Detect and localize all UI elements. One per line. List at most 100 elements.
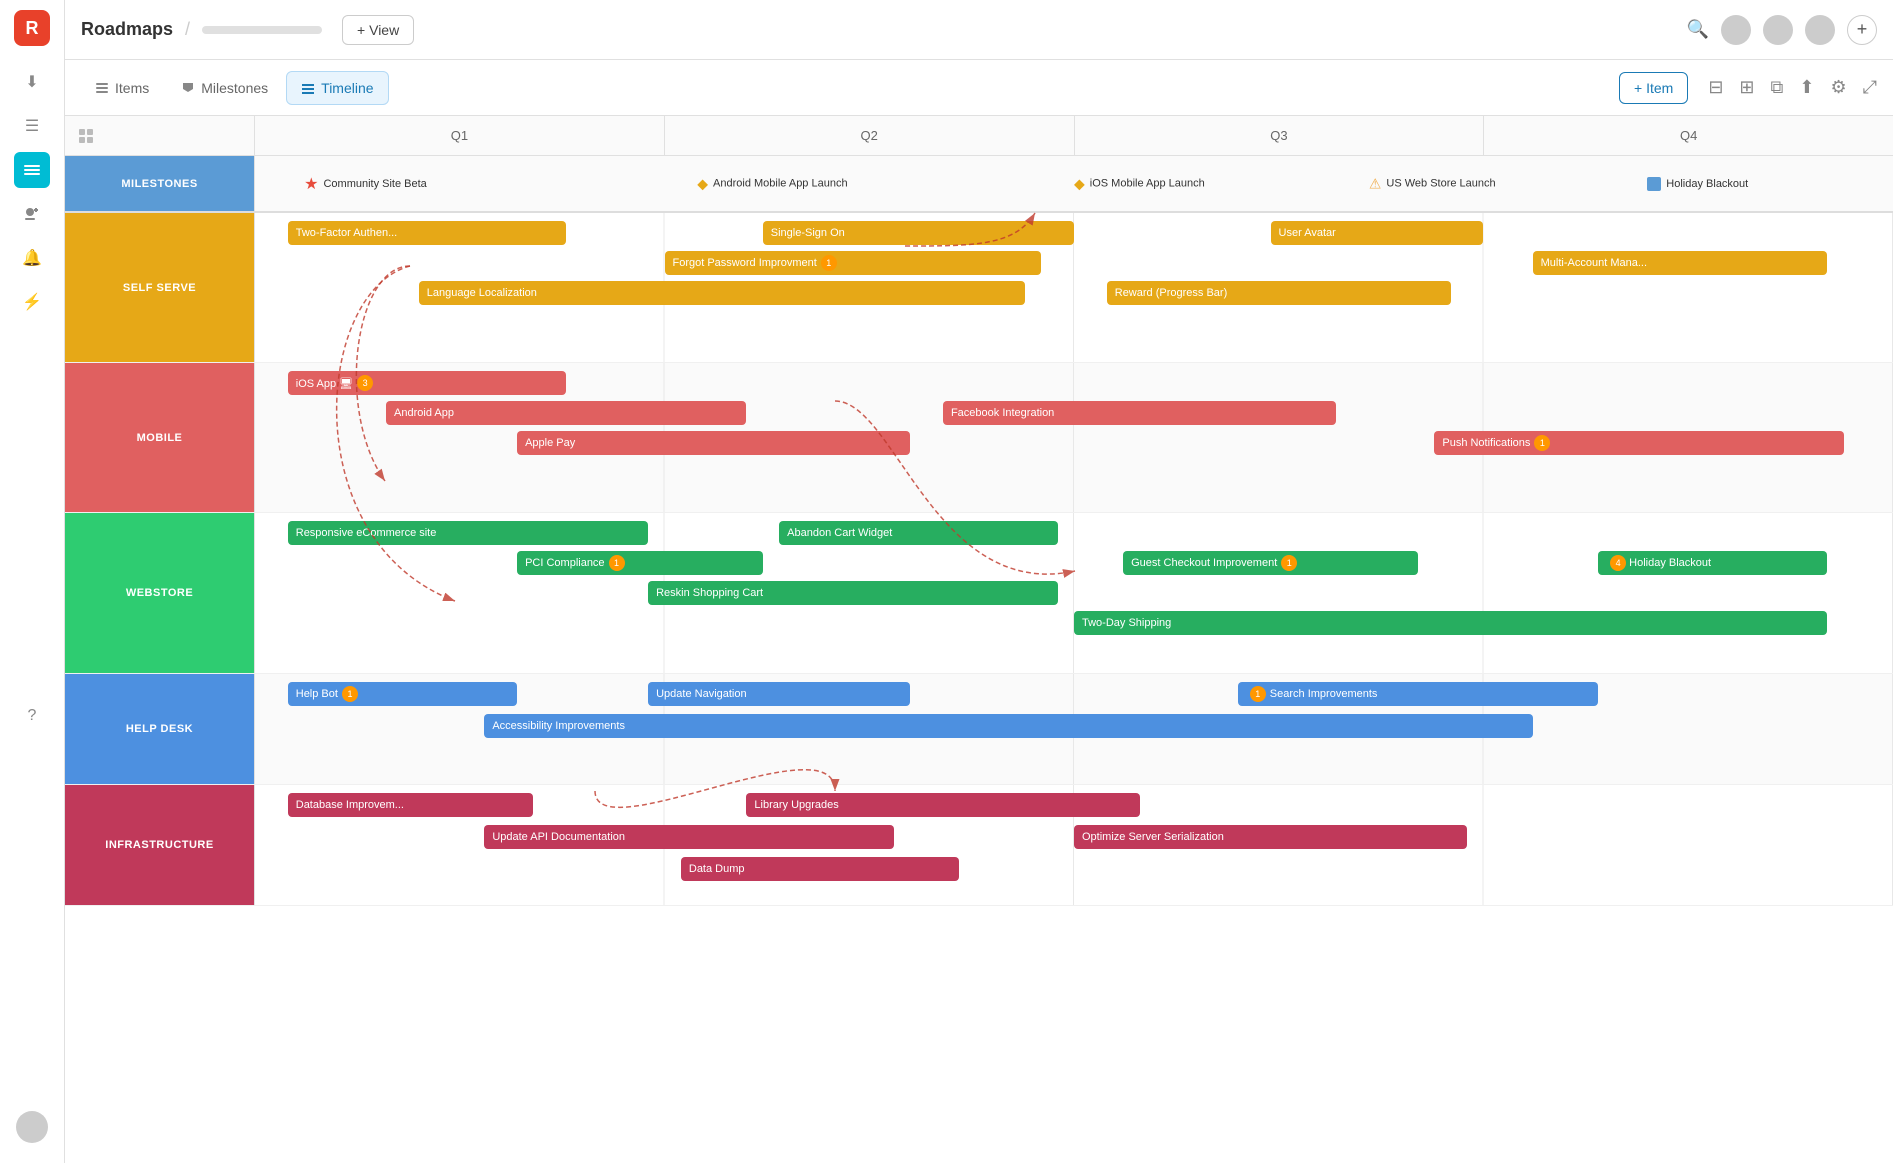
q2-header: Q2 (665, 116, 1075, 155)
milestones-label: MILESTONES (65, 156, 255, 211)
webstore-content: Responsive eCommerce site Abandon Cart W… (255, 513, 1893, 673)
bell-icon[interactable]: 🔔 (14, 240, 50, 276)
bar-responsive[interactable]: Responsive eCommerce site (288, 521, 648, 545)
diamond-icon-1: ◆ (697, 175, 708, 192)
toolbar-icons: ⊟ ⊞ ⧉ ⬆ ⚙ ⤢ (1708, 77, 1877, 98)
export-icon[interactable]: ⬆ (1799, 77, 1814, 98)
milestone-ios[interactable]: ◆ iOS Mobile App Launch (1074, 175, 1205, 192)
milestone-community[interactable]: ★ Community Site Beta (304, 174, 427, 194)
self-serve-row: SELF SERVE Two-Factor Authen... Single-S… (65, 213, 1893, 363)
quarter-header: Q1 Q2 Q3 Q4 (65, 116, 1893, 156)
milestone-android[interactable]: ◆ Android Mobile App Launch (697, 175, 847, 192)
page-title: Roadmaps (81, 19, 173, 40)
star-icon: ★ (304, 174, 318, 194)
bar-data-dump[interactable]: Data Dump (681, 857, 959, 881)
milestone-holiday[interactable]: Holiday Blackout (1647, 177, 1748, 191)
tab-milestones[interactable]: Milestones (167, 72, 282, 104)
bar-multi-account[interactable]: Multi-Account Mana... (1533, 251, 1828, 275)
bar-facebook[interactable]: Facebook Integration (943, 401, 1336, 425)
help-desk-row: HELP DESK Help Bot 1 Update Navigation 1… (65, 674, 1893, 785)
bar-accessibility[interactable]: Accessibility Improvements (484, 714, 1532, 738)
q3-header: Q3 (1075, 116, 1485, 155)
bar-guest-checkout[interactable]: Guest Checkout Improvement 1 (1123, 551, 1418, 575)
tab-items[interactable]: Items (81, 72, 163, 104)
mobile-row: MOBILE iOS App 🖥 3 Android App Facebook … (65, 363, 1893, 513)
bar-database[interactable]: Database Improvem... (288, 793, 534, 817)
webstore-label: WEBSTORE (65, 513, 255, 673)
bar-update-api[interactable]: Update API Documentation (484, 825, 894, 849)
person-add-icon[interactable] (14, 196, 50, 232)
bar-ios-app[interactable]: iOS App 🖥 3 (288, 371, 566, 395)
breadcrumb-sep: / (185, 19, 190, 40)
q1-header: Q1 (255, 116, 665, 155)
bar-library-upgrades[interactable]: Library Upgrades (746, 793, 1139, 817)
bar-holiday-blackout[interactable]: 4 Holiday Blackout (1598, 551, 1827, 575)
milestones-row: MILESTONES ★ Community Site Beta ◆ Andro… (65, 156, 1893, 213)
avatar[interactable] (16, 1111, 48, 1143)
milestone-webstore[interactable]: ⚠ US Web Store Launch (1369, 175, 1496, 192)
question-icon[interactable]: ? (14, 698, 50, 734)
bar-two-factor[interactable]: Two-Factor Authen... (288, 221, 566, 245)
roadmap-icon[interactable] (14, 152, 50, 188)
app-logo[interactable]: R (14, 10, 50, 46)
infrastructure-row: INFRASTRUCTURE Database Improvem... Libr… (65, 785, 1893, 906)
bar-optimize-server[interactable]: Optimize Server Serialization (1074, 825, 1467, 849)
breadcrumb (202, 26, 322, 34)
user-avatar-1 (1721, 15, 1751, 45)
help-desk-content: Help Bot 1 Update Navigation 1 Search Im… (255, 674, 1893, 784)
bar-forgot-password[interactable]: Forgot Password Improvment 1 (665, 251, 1042, 275)
milestones-content: ★ Community Site Beta ◆ Android Mobile A… (255, 156, 1893, 211)
user-avatar-3 (1805, 15, 1835, 45)
header-label-col (65, 116, 255, 155)
user-avatar-2 (1763, 15, 1793, 45)
webstore-row: WEBSTORE Responsive eCommerce site Aband… (65, 513, 1893, 674)
bar-abandon-cart[interactable]: Abandon Cart Widget (779, 521, 1057, 545)
mobile-label: MOBILE (65, 363, 255, 512)
mobile-content: iOS App 🖥 3 Android App Facebook Integra… (255, 363, 1893, 512)
diamond-icon-2: ◆ (1074, 175, 1085, 192)
sidebar: R ⬇ ☰ 🔔 ⚡ ? (0, 0, 65, 1163)
filter-icon[interactable]: ⊟ (1708, 77, 1723, 98)
topbar: Roadmaps / + View 🔍 + (65, 0, 1893, 60)
bar-two-day[interactable]: Two-Day Shipping (1074, 611, 1827, 635)
infrastructure-label: INFRASTRUCTURE (65, 785, 255, 905)
self-serve-content: Two-Factor Authen... Single-Sign On User… (255, 213, 1893, 362)
bar-user-avatar[interactable]: User Avatar (1271, 221, 1484, 245)
bar-help-bot[interactable]: Help Bot 1 (288, 682, 517, 706)
tab-milestones-label: Milestones (201, 80, 268, 96)
settings-icon[interactable]: ⚙ (1830, 77, 1846, 98)
q4-header: Q4 (1484, 116, 1893, 155)
rect-icon (1647, 177, 1661, 191)
bar-android-app[interactable]: Android App (386, 401, 746, 425)
view-button[interactable]: + View (342, 15, 414, 45)
help-desk-label: HELP DESK (65, 674, 255, 784)
bar-reward[interactable]: Reward (Progress Bar) (1107, 281, 1451, 305)
bolt-icon[interactable]: ⚡ (14, 284, 50, 320)
tab-timeline[interactable]: Timeline (286, 71, 388, 105)
main-content: Roadmaps / + View 🔍 + Items Milestones T… (65, 0, 1893, 1163)
bar-language[interactable]: Language Localization (419, 281, 1025, 305)
grid-icon[interactable]: ⊞ (1739, 77, 1754, 98)
bar-apple-pay[interactable]: Apple Pay (517, 431, 910, 455)
bar-push-notifications[interactable]: Push Notifications 1 (1434, 431, 1844, 455)
tab-timeline-label: Timeline (321, 80, 373, 96)
columns-icon[interactable]: ⧉ (1771, 77, 1784, 98)
warning-icon: ⚠ (1369, 175, 1382, 192)
timeline-container[interactable]: Q1 Q2 Q3 Q4 MILESTONES ★ Community Site … (65, 116, 1893, 1163)
tab-items-label: Items (115, 80, 149, 96)
add-item-button[interactable]: + Item (1619, 72, 1688, 104)
bar-sso[interactable]: Single-Sign On (763, 221, 1074, 245)
bar-pci[interactable]: PCI Compliance 1 (517, 551, 763, 575)
expand-icon[interactable]: ⤢ (1863, 77, 1877, 98)
self-serve-label: SELF SERVE (65, 213, 255, 362)
bar-search-improvements[interactable]: 1 Search Improvements (1238, 682, 1598, 706)
bar-reskin[interactable]: Reskin Shopping Cart (648, 581, 1058, 605)
tabsbar: Items Milestones Timeline + Item ⊟ ⊞ ⧉ ⬆… (65, 60, 1893, 116)
add-member-button[interactable]: + (1847, 15, 1877, 45)
list-icon[interactable]: ☰ (14, 108, 50, 144)
bar-update-nav[interactable]: Update Navigation (648, 682, 910, 706)
download-icon[interactable]: ⬇ (14, 64, 50, 100)
infrastructure-content: Database Improvem... Library Upgrades Up… (255, 785, 1893, 905)
timeline-inner: Q1 Q2 Q3 Q4 MILESTONES ★ Community Site … (65, 116, 1893, 906)
search-icon[interactable]: 🔍 (1687, 19, 1709, 40)
